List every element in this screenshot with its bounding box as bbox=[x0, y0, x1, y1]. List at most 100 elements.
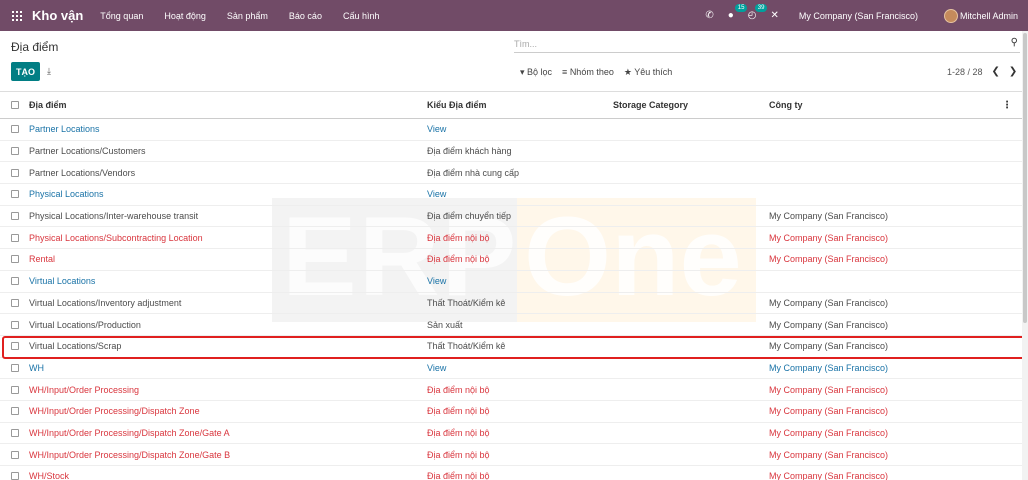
download-icon[interactable]: ⤓ bbox=[47, 66, 51, 77]
menu-item-operations[interactable]: Hoạt động bbox=[164, 11, 206, 21]
table-row[interactable]: WH View My Company (San Francisco) bbox=[0, 358, 1028, 380]
cell-location[interactable]: WH bbox=[29, 363, 44, 373]
cell-location[interactable]: Virtual Locations/Scrap bbox=[29, 341, 121, 351]
table-header: Địa điểm Kiểu Địa điểm Storage Category … bbox=[0, 92, 1028, 119]
cell-location[interactable]: WH/Stock bbox=[29, 471, 69, 480]
cell-location-type: Địa điểm khách hàng bbox=[427, 146, 512, 157]
create-button[interactable]: TẠO bbox=[11, 62, 40, 81]
phone-icon[interactable]: ✆ bbox=[705, 10, 713, 21]
table-row[interactable]: Partner Locations/Customers Địa điểm khác… bbox=[0, 141, 1028, 163]
row-checkbox[interactable] bbox=[11, 428, 19, 437]
app-name[interactable]: Kho vận bbox=[32, 8, 83, 23]
table-row[interactable]: Virtual Locations View bbox=[0, 271, 1028, 293]
cell-location[interactable]: Physical Locations bbox=[29, 189, 104, 199]
cell-location[interactable]: Virtual Locations/Production bbox=[29, 320, 141, 330]
activities-badge: 39 bbox=[754, 4, 768, 12]
table-row[interactable]: Physical Locations View bbox=[0, 184, 1028, 206]
row-checkbox[interactable] bbox=[11, 190, 19, 199]
clock-icon[interactable]: ◴ 39 bbox=[748, 4, 768, 21]
cell-location[interactable]: Partner Locations/Customers bbox=[29, 146, 146, 156]
cell-location[interactable]: Partner Locations/Vendors bbox=[29, 168, 135, 178]
cell-company: My Company (San Francisco) bbox=[769, 384, 889, 395]
table-row[interactable]: Virtual Locations/Scrap Thất Thoát/Kiểm k… bbox=[0, 336, 1028, 358]
user-menu[interactable]: Mitchell Admin bbox=[960, 11, 1018, 21]
avatar[interactable] bbox=[943, 8, 958, 23]
cell-location[interactable]: Virtual Locations bbox=[29, 276, 95, 286]
table-row[interactable]: Physical Locations/Inter-warehouse trans… bbox=[0, 206, 1028, 228]
cell-location[interactable]: WH/Input/Order Processing/Dispatch Zone bbox=[29, 406, 200, 416]
pager-prev-icon[interactable]: ❮ bbox=[992, 66, 1000, 77]
table-row[interactable]: WH/Input/Order Processing/Dispatch Zone Đ… bbox=[0, 401, 1028, 423]
cell-location-type: Địa điểm nội bộ bbox=[427, 427, 490, 438]
select-all-checkbox[interactable] bbox=[11, 101, 19, 109]
table-row[interactable]: Virtual Locations/Production Sản xuất My C… bbox=[0, 314, 1028, 336]
cell-location-type: View bbox=[427, 276, 447, 287]
filters-button[interactable]: ▾ Bộ lọc bbox=[520, 67, 552, 78]
table-row[interactable]: Rental Địa điểm nội bộ My Company (San Fra… bbox=[0, 249, 1028, 271]
row-checkbox[interactable] bbox=[11, 407, 19, 416]
cell-location[interactable]: WH/Input/Order Processing/Dispatch Zone/… bbox=[29, 450, 230, 460]
chat-icon[interactable]: ● 15 bbox=[728, 4, 748, 21]
cell-location[interactable]: Rental bbox=[29, 254, 55, 264]
header-company[interactable]: Công ty bbox=[769, 100, 803, 110]
table-row[interactable]: Physical Locations/Subcontracting Locati… bbox=[0, 227, 1028, 250]
cell-location-type: Thất Thoát/Kiểm kê bbox=[427, 297, 506, 308]
row-checkbox[interactable] bbox=[11, 277, 19, 286]
row-checkbox[interactable] bbox=[11, 363, 19, 372]
pager-next-icon[interactable]: ❯ bbox=[1009, 66, 1017, 77]
table-row[interactable]: WH/Input/Order Processing Địa điểm nội bộ… bbox=[0, 379, 1028, 401]
filters-label: Bộ lọc bbox=[527, 67, 553, 77]
cell-location[interactable]: Virtual Locations/Inventory adjustment bbox=[29, 298, 181, 308]
row-checkbox[interactable] bbox=[11, 147, 19, 156]
cell-location[interactable]: Partner Locations bbox=[29, 124, 100, 134]
group-by-button[interactable]: ≡ Nhóm theo bbox=[562, 67, 614, 78]
row-checkbox[interactable] bbox=[11, 320, 19, 329]
cell-location-type: Địa điểm nội bộ bbox=[427, 449, 490, 460]
row-checkbox[interactable] bbox=[11, 298, 19, 307]
favorites-button[interactable]: ★ Yêu thích bbox=[624, 67, 672, 78]
table-row[interactable]: Partner Locations/Vendors Địa điểm nhà cu… bbox=[0, 162, 1028, 185]
row-checkbox[interactable] bbox=[11, 212, 19, 221]
cell-location[interactable]: WH/Input/Order Processing bbox=[29, 385, 139, 395]
cell-company: My Company (San Francisco) bbox=[769, 211, 889, 222]
menu-item-overview[interactable]: Tổng quan bbox=[100, 11, 143, 21]
menu-item-products[interactable]: Sản phẩm bbox=[227, 11, 268, 21]
row-checkbox[interactable] bbox=[11, 472, 19, 480]
table-row[interactable]: WH/Stock Địa điểm nội bộ My Company (San F… bbox=[0, 466, 1028, 480]
pager-value[interactable]: 1-28 / 28 bbox=[947, 67, 983, 77]
company-switcher[interactable]: My Company (San Francisco) bbox=[799, 11, 918, 21]
cell-location[interactable]: Physical Locations/Subcontracting Locati… bbox=[29, 233, 203, 243]
cell-location-type: View bbox=[427, 124, 447, 135]
header-location[interactable]: Địa điểm bbox=[29, 100, 67, 110]
row-checkbox[interactable] bbox=[11, 255, 19, 264]
row-checkbox[interactable] bbox=[11, 233, 19, 242]
menu-item-configuration[interactable]: Cấu hình bbox=[343, 11, 380, 21]
cell-location[interactable]: Physical Locations/Inter-warehouse trans… bbox=[29, 211, 198, 221]
cell-location[interactable]: WH/Input/Order Processing/Dispatch Zone/… bbox=[29, 428, 230, 438]
cell-company: My Company (San Francisco) bbox=[769, 319, 889, 330]
table-row[interactable]: Virtual Locations/Inventory adjustment Th… bbox=[0, 293, 1028, 315]
search-input[interactable] bbox=[514, 37, 994, 51]
cell-company: My Company (San Francisco) bbox=[769, 232, 889, 243]
cell-location-type: Địa điểm nội bộ bbox=[427, 254, 490, 265]
table-body: Partner Locations View Partner Locations/C… bbox=[0, 119, 1028, 480]
row-checkbox[interactable] bbox=[11, 450, 19, 459]
cell-location-type: Địa điểm nội bộ bbox=[427, 384, 490, 395]
table-row[interactable]: WH/Input/Order Processing/Dispatch Zone/… bbox=[0, 423, 1028, 445]
cell-company: My Company (San Francisco) bbox=[769, 362, 889, 373]
header-location-type[interactable]: Kiểu Địa điểm bbox=[427, 100, 487, 110]
header-storage-category[interactable]: Storage Category bbox=[613, 100, 688, 110]
column-options-icon[interactable]: ⋮ bbox=[1002, 100, 1012, 111]
search-icon[interactable]: ⚲ bbox=[1011, 37, 1018, 48]
scrollbar-thumb[interactable] bbox=[1023, 33, 1027, 323]
close-icon[interactable]: ✕ bbox=[771, 10, 779, 21]
row-checkbox[interactable] bbox=[11, 125, 19, 134]
row-checkbox[interactable] bbox=[11, 342, 19, 351]
apps-icon[interactable] bbox=[12, 10, 22, 21]
menu-item-reports[interactable]: Báo cáo bbox=[289, 11, 322, 21]
search-bar: ⚲ bbox=[514, 37, 1020, 53]
table-row[interactable]: WH/Input/Order Processing/Dispatch Zone/… bbox=[0, 444, 1028, 466]
table-row[interactable]: Partner Locations View bbox=[0, 119, 1028, 141]
row-checkbox[interactable] bbox=[11, 168, 19, 177]
row-checkbox[interactable] bbox=[11, 385, 19, 394]
